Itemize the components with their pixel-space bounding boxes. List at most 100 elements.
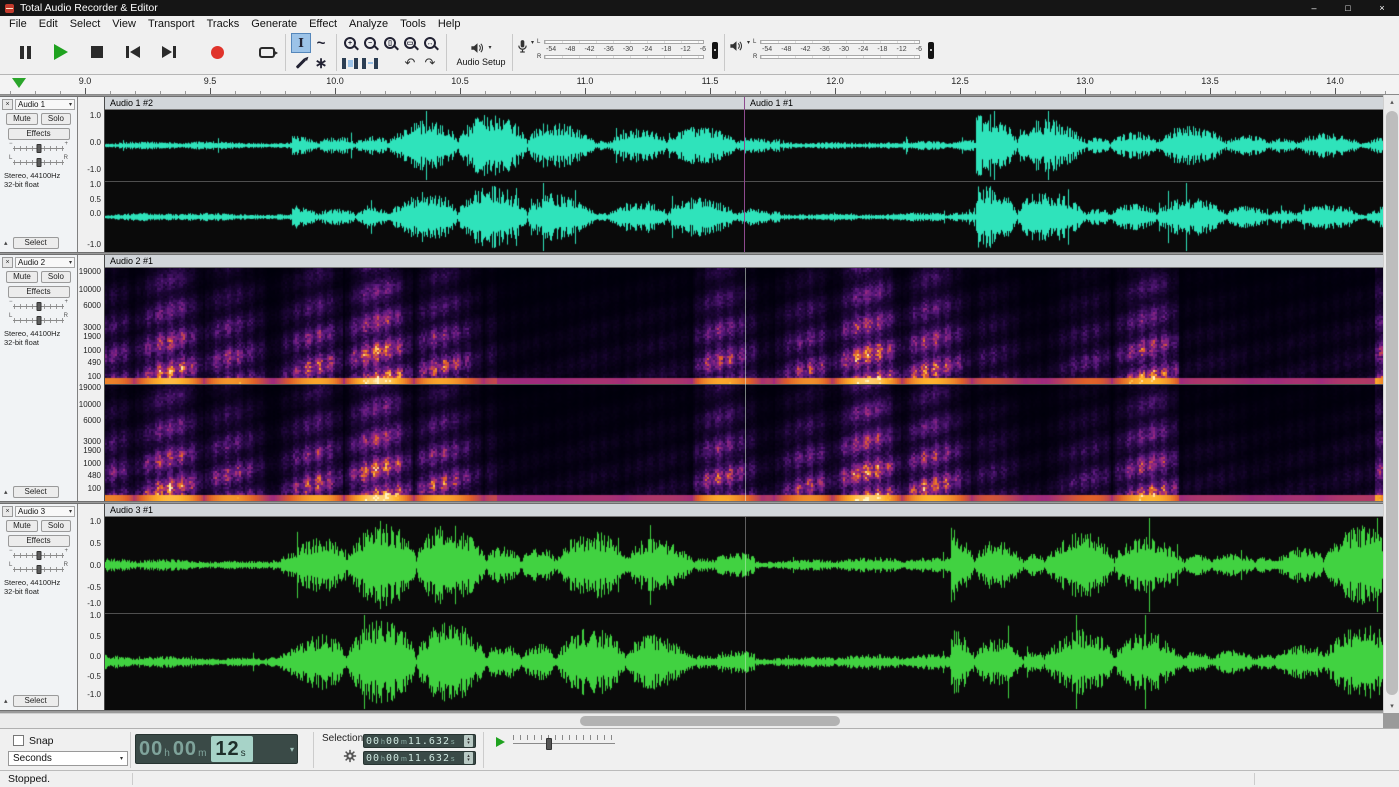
play-speed-slider[interactable] <box>513 735 615 750</box>
pan-slider[interactable]: LR <box>9 157 68 168</box>
pan-slider-thumb[interactable] <box>36 158 41 167</box>
pan-slider-thumb[interactable] <box>36 316 41 325</box>
redo-button[interactable]: ↷ <box>420 53 440 73</box>
collapse-track-button[interactable]: ▴ <box>4 488 8 496</box>
snap-checkbox[interactable] <box>13 735 24 746</box>
menu-item-edit[interactable]: Edit <box>33 18 64 30</box>
selection-end-field[interactable]: 00h 00m 11.632s ▴▾ <box>363 751 476 765</box>
menu-item-file[interactable]: File <box>3 18 33 30</box>
spinner-down-icon[interactable]: ▾ <box>467 758 470 762</box>
fit-project-button[interactable]: ▭ <box>400 33 420 53</box>
record-button[interactable] <box>202 37 232 67</box>
silence-audio-button[interactable] <box>360 53 380 73</box>
playhead-marker[interactable] <box>12 78 26 88</box>
selection-start-field[interactable]: 00h 00m 11.632s ▴▾ <box>363 734 476 748</box>
gain-slider[interactable]: −+ <box>9 301 68 312</box>
mute-button[interactable]: Mute <box>6 520 38 532</box>
clip-header[interactable]: Audio 2 #1 <box>105 255 1383 268</box>
skip-to-end-button[interactable] <box>154 37 184 67</box>
menu-item-tracks[interactable]: Tracks <box>201 18 246 30</box>
waveform-channel-right[interactable] <box>105 614 1383 710</box>
vertical-scale-ruler[interactable]: 1.00.50.0-0.5-1.01.00.50.0-0.5-1.0 <box>78 504 105 710</box>
zoom-toggle-button[interactable]: ↔ <box>420 33 440 53</box>
select-track-button[interactable]: Select <box>13 695 59 707</box>
mute-button[interactable]: Mute <box>6 113 38 125</box>
envelope-tool-button[interactable]: ~ <box>311 33 331 53</box>
audio-clip[interactable]: Audio 2 #1 <box>105 255 1383 501</box>
position-hours[interactable]: 00 <box>139 736 163 762</box>
audio-clip[interactable]: Audio 3 #1 <box>105 504 1383 710</box>
track-close-button[interactable]: × <box>2 506 13 517</box>
solo-button[interactable]: Solo <box>41 113 71 125</box>
waveform-channel-left[interactable] <box>105 110 744 181</box>
spinner-buttons[interactable]: ▴▾ <box>464 735 473 747</box>
loop-button[interactable] <box>252 37 282 67</box>
stop-button[interactable] <box>82 37 112 67</box>
multi-tool-button[interactable]: ∗ <box>311 53 331 73</box>
pause-button[interactable] <box>10 37 40 67</box>
draw-tool-button[interactable] <box>291 53 311 73</box>
menu-item-help[interactable]: Help <box>432 18 467 30</box>
recording-volume-slider[interactable] <box>712 42 718 59</box>
timeline-ruler[interactable]: 9.09.510.010.511.011.512.012.513.013.514… <box>0 75 1399 95</box>
track-close-button[interactable]: × <box>2 99 13 110</box>
menu-item-select[interactable]: Select <box>64 18 107 30</box>
playback-volume-slider[interactable] <box>928 42 934 59</box>
menu-item-analyze[interactable]: Analyze <box>343 18 394 30</box>
collapse-track-button[interactable]: ▴ <box>4 697 8 705</box>
position-seconds[interactable]: 12 <box>215 736 239 762</box>
selection-end-minutes[interactable]: 00 <box>386 753 400 764</box>
selection-start-minutes[interactable]: 00 <box>386 736 400 747</box>
trim-audio-button[interactable] <box>340 53 360 73</box>
clip-header[interactable]: Audio 1 #2 <box>105 97 744 110</box>
position-minutes[interactable]: 00 <box>173 736 197 762</box>
menu-item-tools[interactable]: Tools <box>394 18 432 30</box>
undo-button[interactable]: ↶ <box>400 53 420 73</box>
spinner-down-icon[interactable]: ▾ <box>467 741 470 745</box>
effects-button[interactable]: Effects <box>8 286 70 298</box>
collapse-track-button[interactable]: ▴ <box>4 239 8 247</box>
track-control-panel[interactable]: × Audio 2 ▾ Mute Solo Effects −+ LR Ster… <box>0 255 78 501</box>
playback-meter[interactable]: ▾ L -54-48-42-36-30-24-18-12-6 R <box>729 39 934 60</box>
maximize-button[interactable]: □ <box>1331 0 1365 16</box>
track-content[interactable]: Audio 2 #1 <box>105 255 1383 501</box>
spinner-buttons[interactable]: ▴▾ <box>464 752 473 764</box>
horizontal-scrollbar-thumb[interactable] <box>580 716 840 726</box>
audio-clip[interactable]: Audio 1 #1 <box>744 97 1383 252</box>
horizontal-scrollbar[interactable] <box>0 713 1383 728</box>
track-name-menu[interactable]: Audio 1 ▾ <box>15 99 75 110</box>
menu-item-transport[interactable]: Transport <box>142 18 201 30</box>
effects-button[interactable]: Effects <box>8 535 70 547</box>
track-content[interactable]: Audio 3 #1 <box>105 504 1383 710</box>
vertical-scrollbar-thumb[interactable] <box>1386 111 1398 695</box>
play-button[interactable] <box>46 37 76 67</box>
solo-button[interactable]: Solo <box>41 271 71 283</box>
audio-position-display[interactable]: 00h 00m 12s ▾ <box>135 734 298 764</box>
selection-tool-button[interactable]: I <box>291 33 311 53</box>
waveform-channel-left[interactable] <box>745 110 1383 181</box>
menu-item-view[interactable]: View <box>106 18 142 30</box>
gain-slider[interactable]: −+ <box>9 550 68 561</box>
track-name-menu[interactable]: Audio 2 ▾ <box>15 257 75 268</box>
clip-header[interactable]: Audio 3 #1 <box>105 504 1383 517</box>
play-speed-thumb[interactable] <box>546 738 552 750</box>
scroll-down-arrow[interactable]: ▾ <box>1384 699 1399 713</box>
gain-slider-thumb[interactable] <box>36 144 41 153</box>
waveform-channel-left[interactable] <box>105 517 1383 613</box>
audio-clip[interactable]: Audio 1 #2 <box>105 97 744 252</box>
selection-start-hours[interactable]: 00 <box>366 736 380 747</box>
gain-slider-thumb[interactable] <box>36 302 41 311</box>
clip-header[interactable]: Audio 1 #1 <box>745 97 1383 110</box>
vertical-scrollbar[interactable]: ▴ ▾ <box>1383 95 1399 713</box>
selection-end-hours[interactable]: 00 <box>366 753 380 764</box>
scroll-up-arrow[interactable]: ▴ <box>1384 95 1399 109</box>
menu-item-effect[interactable]: Effect <box>303 18 343 30</box>
recording-meter[interactable]: ▾ L -54-48-42-36-30-24-18-12-6 R <box>517 39 718 60</box>
zoom-out-button[interactable]: − <box>360 33 380 53</box>
pan-slider[interactable]: LR <box>9 564 68 575</box>
track-content[interactable]: Audio 1 #2 Audio 1 #1 <box>105 97 1383 252</box>
waveform-channel-right[interactable] <box>105 182 744 252</box>
minimize-button[interactable]: – <box>1297 0 1331 16</box>
audio-setup-button[interactable]: ▾ Audio Setup <box>452 35 510 72</box>
effects-button[interactable]: Effects <box>8 128 70 140</box>
